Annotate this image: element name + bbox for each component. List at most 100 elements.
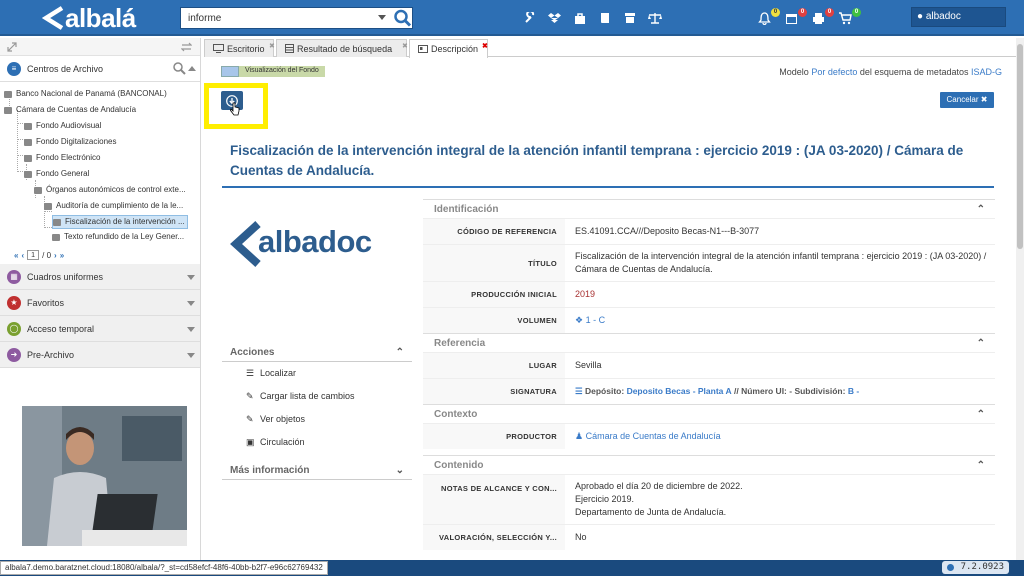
cuadros-uniformes-section[interactable]: ▦ Cuadros uniformes	[0, 264, 200, 290]
calendar-icon[interactable]: 0	[785, 8, 812, 28]
cancel-button[interactable]: Cancelar ✖	[940, 92, 994, 108]
field-value: ES.41091.CCA///Deposito Becas-N1---B-307…	[575, 226, 760, 236]
search-input[interactable]	[181, 8, 371, 28]
codigo-referencia-row: CÓDIGO DE REFERENCIA ES.41091.CCA///Depos…	[423, 218, 995, 244]
zoom-icon[interactable]	[173, 62, 186, 75]
edit-icon: ✎	[246, 414, 254, 424]
cursor-icon	[230, 102, 240, 116]
url-tooltip: albala7.demo.baratznet.cloud:18080/albal…	[0, 561, 328, 575]
modelo-link[interactable]: Por defecto	[811, 67, 857, 77]
favoritos-section[interactable]: ★ Favoritos	[0, 290, 200, 316]
tab-label: Descripción	[431, 44, 479, 54]
page-input[interactable]: 1	[27, 250, 40, 260]
description-panel: Visualización del Fondo Modelo Por defec…	[204, 58, 1016, 560]
section-label: Favoritos	[27, 297, 65, 308]
archive-box-icon[interactable]	[617, 9, 642, 27]
chevron-down-icon	[187, 301, 195, 306]
pre-archivo-section[interactable]: ➜ Pre-Archivo	[0, 342, 200, 368]
referencia-heading[interactable]: Referencia ⌃	[423, 333, 995, 352]
document-icon	[52, 233, 60, 241]
close-icon[interactable]: ✖	[402, 39, 408, 55]
tree-node[interactable]: Fondo Electrónico	[24, 152, 100, 164]
user-menu[interactable]: ● albadoc	[911, 7, 1006, 27]
bag-icon[interactable]	[567, 9, 592, 27]
section-title: Identificación	[434, 204, 499, 215]
metadata-model: Modelo Por defecto del esquema de metada…	[779, 67, 1002, 77]
wrench-icon[interactable]	[517, 9, 542, 27]
chevron-down-icon	[187, 275, 195, 280]
notas-alcance-row: NOTAS DE ALCANCE Y CON... Aprobado el dí…	[423, 474, 995, 524]
first-page-icon[interactable]: «	[14, 251, 18, 260]
tab-descripcion[interactable]: Descripción ✖	[409, 39, 488, 58]
app-logo[interactable]: albalá	[42, 3, 136, 33]
contexto-heading[interactable]: Contexto ⌃	[423, 404, 995, 423]
action-label: Localizar	[260, 368, 297, 378]
identificacion-heading[interactable]: Identificación ⌃	[423, 199, 995, 218]
page-scrollbar[interactable]	[1016, 38, 1024, 560]
fonds-icon	[24, 170, 32, 178]
tree-node[interactable]: Fondo Digitalizaciones	[24, 136, 117, 148]
fonds-icon	[24, 154, 32, 162]
field-label: NOTAS DE ALCANCE Y CON...	[423, 475, 565, 524]
double-chevron-down-icon: ⌄	[395, 465, 404, 476]
schema-link[interactable]: ISAD-G	[971, 67, 1002, 77]
scales-icon[interactable]	[642, 9, 667, 27]
tree-node-selected[interactable]: Fiscalización de la intervención ...	[52, 215, 188, 229]
swap-icon[interactable]	[181, 42, 192, 52]
tree-node[interactable]: Cámara de Cuentas de Andalucía	[4, 104, 136, 116]
scrollbar-thumb[interactable]	[1017, 44, 1023, 249]
tree-node[interactable]: Fondo General	[24, 168, 89, 180]
dropbox-icon[interactable]	[542, 9, 567, 27]
close-icon[interactable]: ✖	[482, 39, 488, 55]
tree-node[interactable]: Fondo Audiovisual	[24, 120, 101, 132]
cargar-lista-action[interactable]: ✎ Cargar lista de cambios	[222, 385, 412, 408]
search-button[interactable]	[393, 9, 413, 27]
centros-section[interactable]: ≡ Centros de Archivo	[0, 56, 200, 82]
volumen-link[interactable]: 1 - C	[586, 314, 606, 327]
chevron-down-icon	[187, 327, 195, 332]
acceso-temporal-section[interactable]: ◯ Acceso temporal	[0, 316, 200, 342]
cart-icon[interactable]: 0	[839, 8, 866, 28]
search-box[interactable]	[180, 7, 413, 29]
action-label: Ver objetos	[260, 414, 306, 424]
double-chevron-up-icon: ⌃	[976, 460, 985, 471]
calendar-count: 0	[798, 8, 807, 17]
expand-icon[interactable]	[7, 42, 17, 52]
mas-informacion-title: Más información	[230, 465, 310, 476]
circulacion-action[interactable]: ▣ Circulación	[222, 431, 412, 454]
section-title: Contexto	[434, 409, 478, 420]
login-icon: ➜	[7, 347, 21, 362]
book-icon[interactable]	[592, 9, 617, 27]
chevron-up-icon[interactable]	[188, 66, 196, 71]
bell-icon[interactable]: 0	[758, 8, 785, 28]
next-page-icon[interactable]: ›	[54, 251, 57, 260]
version-badge: 7.2.0923	[942, 561, 1009, 574]
productor-link[interactable]: Cámara de Cuentas de Andalucía	[586, 430, 721, 443]
chevron-down-icon[interactable]	[378, 15, 386, 20]
tab-escritorio[interactable]: Escritorio ✖	[204, 39, 275, 57]
mas-informacion-heading[interactable]: Más información ⌄	[222, 462, 412, 480]
double-chevron-up-icon: ⌃	[976, 338, 985, 349]
ver-objetos-action[interactable]: ✎ Ver objetos	[222, 408, 412, 431]
actions-heading[interactable]: Acciones ⌃	[222, 344, 412, 362]
metadata-panel: Identificación ⌃ CÓDIGO DE REFERENCIA ES.4…	[423, 199, 995, 560]
actions-title: Acciones	[230, 347, 275, 358]
prev-page-icon[interactable]: ‹	[21, 251, 24, 260]
field-value: Aprobado el día 20 de diciembre de 2022.	[575, 481, 743, 491]
print-icon[interactable]: 0	[812, 8, 839, 28]
tab-resultado-busqueda[interactable]: Resultado de búsqueda ✖	[276, 39, 408, 57]
tree-node[interactable]: Texto refundido de la Ley Gener...	[52, 231, 184, 243]
presenter-image	[22, 406, 187, 546]
last-page-icon[interactable]: »	[60, 251, 64, 260]
deposito-link[interactable]: Deposito Becas - Planta A	[627, 385, 732, 398]
tree-node-label: Texto refundido de la Ley Gener...	[64, 232, 185, 241]
close-icon[interactable]: ✖	[269, 39, 275, 55]
contenido-heading[interactable]: Contenido ⌃	[423, 455, 995, 474]
field-value: Fiscalización de la intervención integra…	[575, 251, 987, 274]
tree-node[interactable]: Órganos autonómicos de control exte...	[34, 184, 186, 196]
subdivision-link[interactable]: B -	[848, 385, 859, 398]
localizar-action[interactable]: ☰ Localizar	[222, 362, 412, 385]
tree-node[interactable]: Auditoría de cumplimiento de la le...	[44, 200, 183, 212]
tree-node[interactable]: Banco Nacional de Panamá (BANCONAL)	[4, 88, 167, 100]
archive-tree: Banco Nacional de Panamá (BANCONAL) Cáma…	[0, 82, 200, 288]
